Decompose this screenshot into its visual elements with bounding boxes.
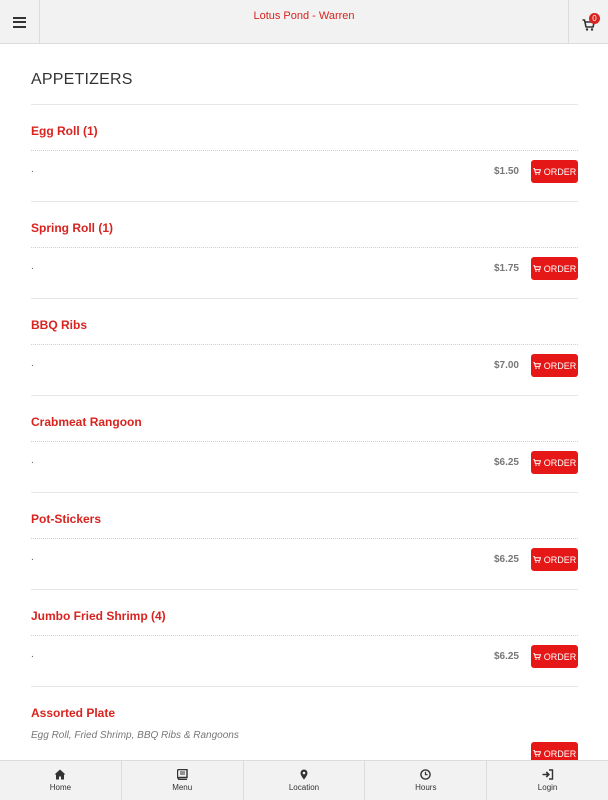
menu-item-description: .	[31, 552, 34, 563]
top-bar: Lotus Pond - Warren 0	[0, 0, 608, 44]
menu-item: Jumbo Fried Shrimp (4). $6.25 ORDER	[31, 590, 578, 687]
section-title: APPETIZERS	[31, 71, 578, 105]
menu-item-price: $7.00	[493, 360, 519, 371]
home-icon	[54, 769, 66, 780]
cart-icon	[533, 653, 541, 660]
divider	[31, 635, 578, 636]
menu-item-price: $6.25	[493, 554, 519, 565]
menu-item: Spring Roll (1). $1.75 ORDER	[31, 202, 578, 299]
order-button-label: ORDER	[543, 651, 577, 662]
bottom-nav: Home Menu Location Hours Login	[0, 760, 608, 800]
menu-item-description: .	[31, 164, 34, 175]
order-button[interactable]: ORDER	[531, 548, 578, 571]
menu-item-name[interactable]: Pot-Stickers	[31, 512, 101, 526]
divider	[31, 150, 578, 151]
nav-menu-label: Menu	[172, 783, 193, 792]
divider	[31, 344, 578, 345]
order-button-label: ORDER	[543, 457, 577, 468]
menu-item-list: Egg Roll (1). $1.50 ORDER Spring Roll (1). $…	[31, 105, 578, 760]
nav-home-label: Home	[49, 783, 72, 792]
order-button[interactable]: ORDER	[531, 451, 578, 474]
cart-icon	[533, 556, 541, 563]
order-button-label: ORDER	[543, 263, 577, 274]
menu-item-name[interactable]: Jumbo Fried Shrimp (4)	[31, 609, 166, 623]
order-button[interactable]: ORDER	[531, 742, 578, 760]
order-button[interactable]: ORDER	[531, 645, 578, 668]
menu-item-price: $1.50	[493, 166, 519, 177]
nav-hours-label: Hours	[415, 783, 437, 792]
cart-button[interactable]: 0	[568, 0, 608, 44]
order-button[interactable]: ORDER	[531, 160, 578, 183]
menu-item: BBQ Ribs. $7.00 ORDER	[31, 299, 578, 396]
sign-in-icon	[542, 769, 553, 780]
order-button[interactable]: ORDER	[531, 257, 578, 280]
menu-item-name[interactable]: Spring Roll (1)	[31, 221, 113, 235]
menu-item-description: .	[31, 649, 34, 660]
menu-item: Assorted Plate Egg Roll, Fried Shrimp, BB…	[31, 687, 578, 760]
menu-item: Pot-Stickers. $6.25 ORDER	[31, 493, 578, 590]
menu-button[interactable]	[0, 0, 40, 44]
cart-icon	[533, 750, 541, 757]
divider	[31, 538, 578, 539]
book-icon	[176, 769, 188, 780]
cart-icon	[533, 168, 541, 175]
menu-item-description: Egg Roll, Fried Shrimp, BBQ Ribs & Rango…	[31, 730, 239, 741]
order-button-label: ORDER	[543, 748, 577, 759]
cart-count-badge: 0	[589, 13, 600, 24]
cart-icon	[533, 265, 541, 272]
menu-item-name[interactable]: Assorted Plate	[31, 706, 115, 720]
menu-item-description: .	[31, 455, 34, 466]
restaurant-title[interactable]: Lotus Pond - Warren	[40, 10, 568, 22]
nav-hours[interactable]: Hours	[365, 761, 488, 800]
nav-login[interactable]: Login	[487, 761, 608, 800]
menu-item-name[interactable]: BBQ Ribs	[31, 318, 87, 332]
bars-icon	[13, 16, 26, 28]
menu-item-price: $6.25	[493, 651, 519, 662]
menu-item-name[interactable]: Egg Roll (1)	[31, 124, 98, 138]
menu-item: Crabmeat Rangoon. $6.25 ORDER	[31, 396, 578, 493]
nav-menu[interactable]: Menu	[122, 761, 244, 800]
menu-item-price: $1.75	[493, 263, 519, 274]
menu-item: Egg Roll (1). $1.50 ORDER	[31, 105, 578, 202]
menu-item-description: .	[31, 358, 34, 369]
nav-login-label: Login	[537, 783, 558, 792]
menu-item-price: $6.25	[493, 457, 519, 468]
order-button-label: ORDER	[543, 166, 577, 177]
order-button[interactable]: ORDER	[531, 354, 578, 377]
nav-home[interactable]: Home	[0, 761, 122, 800]
order-button-label: ORDER	[543, 554, 577, 565]
menu-content: APPETIZERS Egg Roll (1). $1.50 ORDER Spring…	[31, 44, 578, 760]
order-button-label: ORDER	[543, 360, 577, 371]
nav-location-label: Location	[288, 783, 320, 792]
divider	[31, 441, 578, 442]
cart-icon	[533, 459, 541, 466]
nav-location[interactable]: Location	[244, 761, 366, 800]
map-marker-icon	[300, 769, 308, 780]
cart-icon	[533, 362, 541, 369]
menu-item-description: .	[31, 261, 34, 272]
clock-icon	[420, 769, 432, 780]
divider	[31, 247, 578, 248]
menu-item-name[interactable]: Crabmeat Rangoon	[31, 415, 142, 429]
